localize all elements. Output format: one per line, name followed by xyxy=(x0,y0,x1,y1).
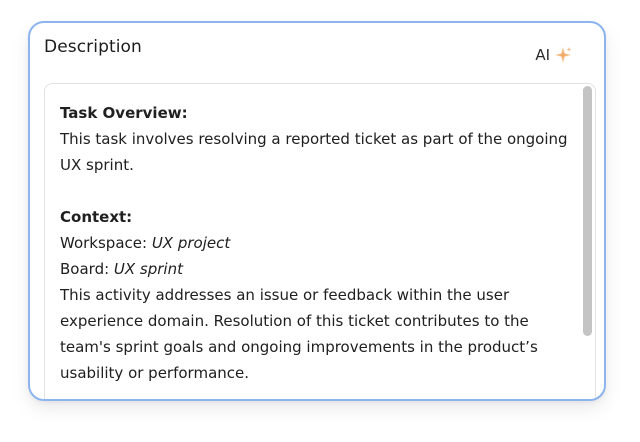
workspace-value: UX project xyxy=(151,234,231,252)
textarea-scrollbar[interactable] xyxy=(583,86,592,336)
sparkle-icon xyxy=(554,46,572,64)
board-value: UX sprint xyxy=(113,260,183,278)
description-content: Task Overview: This task involves resolv… xyxy=(60,100,570,386)
task-overview-heading: Task Overview: xyxy=(60,104,188,122)
board-line: Board: UX sprint xyxy=(60,256,570,282)
ai-button-label: AI xyxy=(535,46,550,64)
description-textarea[interactable]: Task Overview: This task involves resolv… xyxy=(44,83,596,399)
context-text: This activity addresses an issue or feed… xyxy=(60,286,538,382)
context-heading: Context: xyxy=(60,208,133,226)
description-card: Description AI Task Overview: This task … xyxy=(28,21,606,401)
workspace-label: Workspace: xyxy=(60,234,152,252)
board-label: Board: xyxy=(60,260,114,278)
description-title: Description xyxy=(44,37,142,57)
workspace-line: Workspace: UX project xyxy=(60,230,570,256)
ai-assist-button[interactable]: AI xyxy=(535,46,572,64)
task-overview-text: This task involves resolving a reported … xyxy=(60,130,568,174)
